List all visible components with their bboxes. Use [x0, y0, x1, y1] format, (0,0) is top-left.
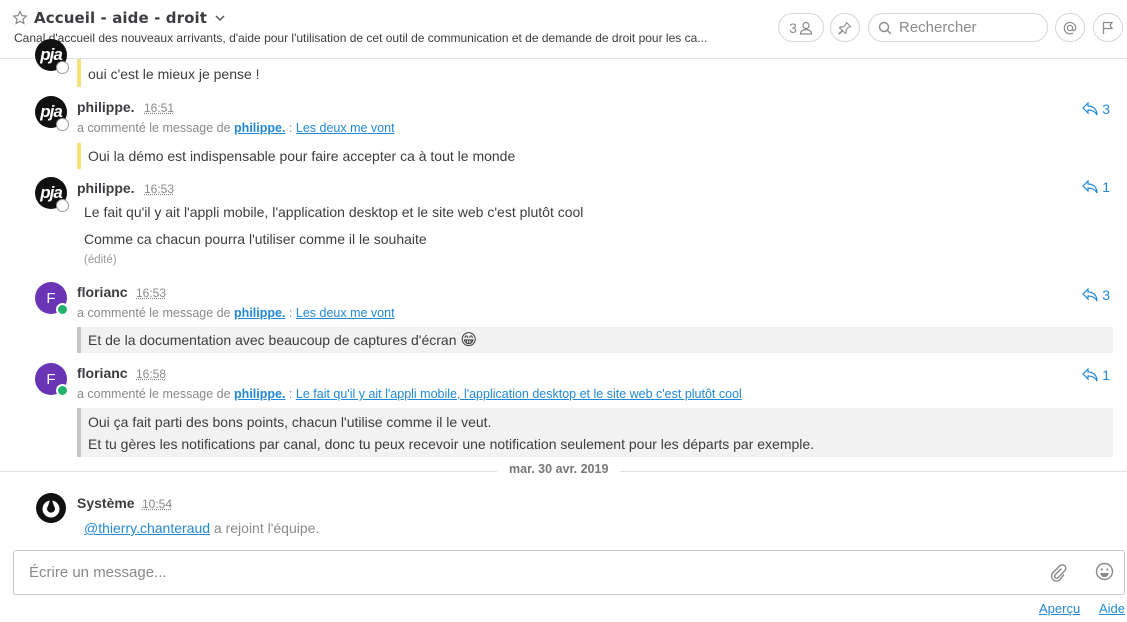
post-time[interactable]: 10:54 — [142, 497, 172, 511]
member-count: 3 — [789, 19, 797, 36]
reply-icon — [1082, 180, 1098, 194]
username[interactable]: philippe. — [77, 99, 135, 115]
status-online-icon — [56, 384, 69, 397]
post-quote: oui c'est le mieux je pense ! — [77, 59, 260, 87]
post-text: Oui ça fait parti des bons points, chacu… — [77, 408, 1113, 457]
reply-icon — [1082, 288, 1098, 302]
status-offline-icon — [56, 61, 69, 74]
commented-message-link[interactable]: Le fait qu'il y ait l'appli mobile, l'ap… — [296, 387, 742, 401]
status-online-icon — [56, 303, 69, 316]
reply-button[interactable]: 1 — [1082, 367, 1110, 383]
reply-icon — [1082, 368, 1098, 382]
mentions-button[interactable] — [1055, 13, 1085, 42]
reply-button[interactable]: 3 — [1082, 287, 1110, 303]
username[interactable]: philippe. — [77, 180, 135, 196]
channel-purpose: Canal d'accueil des nouveaux arrivants, … — [14, 31, 708, 45]
pin-icon — [838, 21, 852, 35]
channel-name[interactable]: Accueil - aide - droit — [34, 9, 207, 27]
username[interactable]: florianc — [77, 365, 128, 381]
edited-indicator: (édité) — [84, 254, 117, 266]
post-text: Comme ca chacun pourra l'utiliser comme … — [84, 231, 427, 247]
reply-count: 1 — [1102, 367, 1110, 383]
attachment-icon[interactable] — [1048, 562, 1068, 582]
search-placeholder: Rechercher — [899, 19, 977, 36]
username[interactable]: Système — [77, 495, 135, 511]
post-text: Et de la documentation avec beaucoup de … — [77, 327, 1113, 353]
commented-on: a commenté le message de philippe. : Le … — [77, 387, 742, 401]
post-time[interactable]: 16:53 — [144, 182, 174, 196]
status-offline-icon — [56, 118, 69, 131]
pinned-button[interactable] — [830, 13, 860, 42]
reply-count: 3 — [1102, 287, 1110, 303]
search-input[interactable]: Rechercher — [868, 13, 1048, 42]
commented-message-link[interactable]: Les deux me vont — [296, 121, 395, 135]
member-icon — [799, 21, 812, 35]
flagged-button[interactable] — [1093, 13, 1123, 42]
chevron-down-icon[interactable] — [214, 12, 226, 24]
channel-title-row[interactable]: Accueil - aide - droit — [12, 9, 226, 27]
commented-user-link[interactable]: philippe. — [234, 306, 285, 320]
commented-on: a commenté le message de philippe. : Les… — [77, 306, 395, 320]
reply-icon — [1082, 102, 1098, 116]
post-time[interactable]: 16:51 — [144, 101, 174, 115]
reply-count: 1 — [1102, 179, 1110, 195]
username[interactable]: florianc — [77, 284, 128, 300]
help-link[interactable]: Aide — [1099, 601, 1125, 616]
channel-header: Accueil - aide - droit Canal d'accueil d… — [0, 0, 1127, 59]
post-time[interactable]: 16:58 — [136, 367, 166, 381]
at-icon — [1063, 21, 1077, 34]
commented-message-link[interactable]: Les deux me vont — [296, 306, 395, 320]
commented-user-link[interactable]: philippe. — [234, 387, 285, 401]
star-icon[interactable] — [12, 10, 28, 26]
emoji-icon[interactable] — [1095, 562, 1114, 581]
reply-button[interactable]: 1 — [1082, 179, 1110, 195]
status-offline-icon — [56, 199, 69, 212]
grinning-emoji-icon: 😁 — [460, 332, 478, 349]
post-text: Le fait qu'il y ait l'appli mobile, l'ap… — [84, 204, 584, 220]
mattermost-logo-icon — [36, 493, 66, 523]
reply-button[interactable]: 3 — [1082, 101, 1110, 117]
user-mention-link[interactable]: @thierry.chanteraud — [84, 520, 210, 536]
members-button[interactable]: 3 — [778, 13, 824, 42]
preview-link[interactable]: Aperçu — [1039, 601, 1080, 616]
search-icon — [878, 21, 892, 34]
date-separator: mar. 30 avr. 2019 — [497, 462, 621, 476]
post-time[interactable]: 16:53 — [136, 286, 166, 300]
message-input[interactable]: Écrire un message... — [13, 550, 1125, 595]
message-placeholder: Écrire un message... — [29, 564, 167, 581]
system-message: @thierry.chanteraud a rejoint l'équipe. — [84, 520, 320, 536]
flag-icon — [1102, 21, 1114, 34]
commented-user-link[interactable]: philippe. — [234, 121, 285, 135]
commented-on: a commenté le message de philippe. : Les… — [77, 121, 395, 135]
post-text: Oui la démo est indispensable pour faire… — [77, 143, 515, 169]
reply-count: 3 — [1102, 101, 1110, 117]
